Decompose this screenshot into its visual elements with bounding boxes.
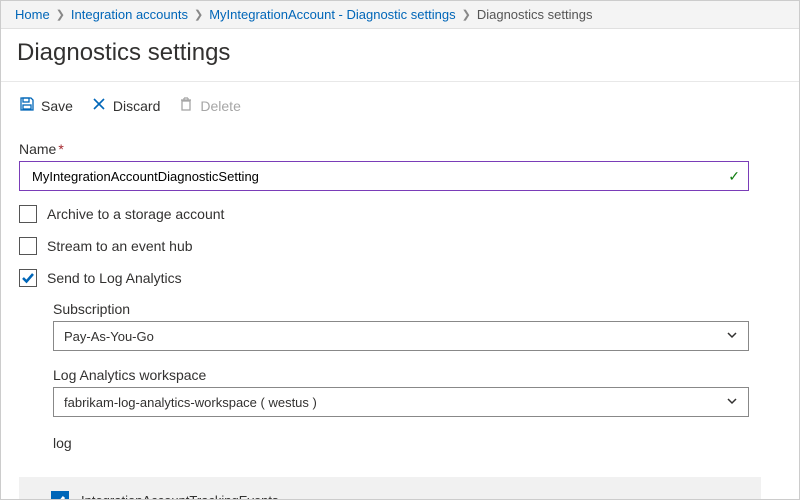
- breadcrumb-current: Diagnostics settings: [477, 7, 593, 22]
- breadcrumb-home[interactable]: Home: [15, 7, 50, 22]
- save-label: Save: [41, 98, 73, 114]
- workspace-label: Log Analytics workspace: [53, 367, 781, 383]
- save-icon: [19, 96, 35, 115]
- send-log-analytics-label: Send to Log Analytics: [47, 270, 182, 286]
- breadcrumb-my-integration-account[interactable]: MyIntegrationAccount - Diagnostic settin…: [209, 7, 455, 22]
- delete-label: Delete: [200, 98, 240, 114]
- name-label: Name*: [19, 141, 781, 157]
- name-input-wrapper: ✓: [19, 161, 749, 191]
- log-category-checkbox[interactable]: [51, 491, 69, 500]
- subscription-select[interactable]: Pay-As-You-Go: [53, 321, 749, 351]
- breadcrumb-integration-accounts[interactable]: Integration accounts: [71, 7, 188, 22]
- discard-button[interactable]: Discard: [91, 96, 160, 115]
- stream-label: Stream to an event hub: [47, 238, 193, 254]
- stream-checkbox[interactable]: [19, 237, 37, 255]
- archive-checkbox[interactable]: [19, 205, 37, 223]
- page-title: Diagnostics settings: [1, 29, 799, 69]
- chevron-down-icon: [726, 395, 738, 410]
- workspace-value: fabrikam-log-analytics-workspace ( westu…: [64, 395, 317, 410]
- required-indicator: *: [58, 141, 63, 157]
- subscription-value: Pay-As-You-Go: [64, 329, 154, 344]
- save-button[interactable]: Save: [19, 96, 73, 115]
- delete-icon: [178, 96, 194, 115]
- toolbar: Save Discard Delete: [1, 82, 799, 127]
- chevron-right-icon: ❯: [462, 8, 471, 21]
- discard-icon: [91, 96, 107, 115]
- name-input[interactable]: [30, 168, 720, 185]
- valid-check-icon: ✓: [728, 168, 740, 185]
- workspace-select[interactable]: fabrikam-log-analytics-workspace ( westu…: [53, 387, 749, 417]
- log-category-label: IntegrationAccountTrackingEvents: [81, 493, 279, 500]
- log-section-label: log: [53, 435, 781, 451]
- chevron-right-icon: ❯: [194, 8, 203, 21]
- log-category-row: IntegrationAccountTrackingEvents: [19, 477, 761, 500]
- chevron-down-icon: [726, 329, 738, 344]
- delete-button: Delete: [178, 96, 240, 115]
- discard-label: Discard: [113, 98, 160, 114]
- chevron-right-icon: ❯: [56, 8, 65, 21]
- archive-label: Archive to a storage account: [47, 206, 224, 222]
- send-log-analytics-checkbox[interactable]: [19, 269, 37, 287]
- breadcrumb: Home ❯ Integration accounts ❯ MyIntegrat…: [1, 1, 799, 29]
- subscription-label: Subscription: [53, 301, 781, 317]
